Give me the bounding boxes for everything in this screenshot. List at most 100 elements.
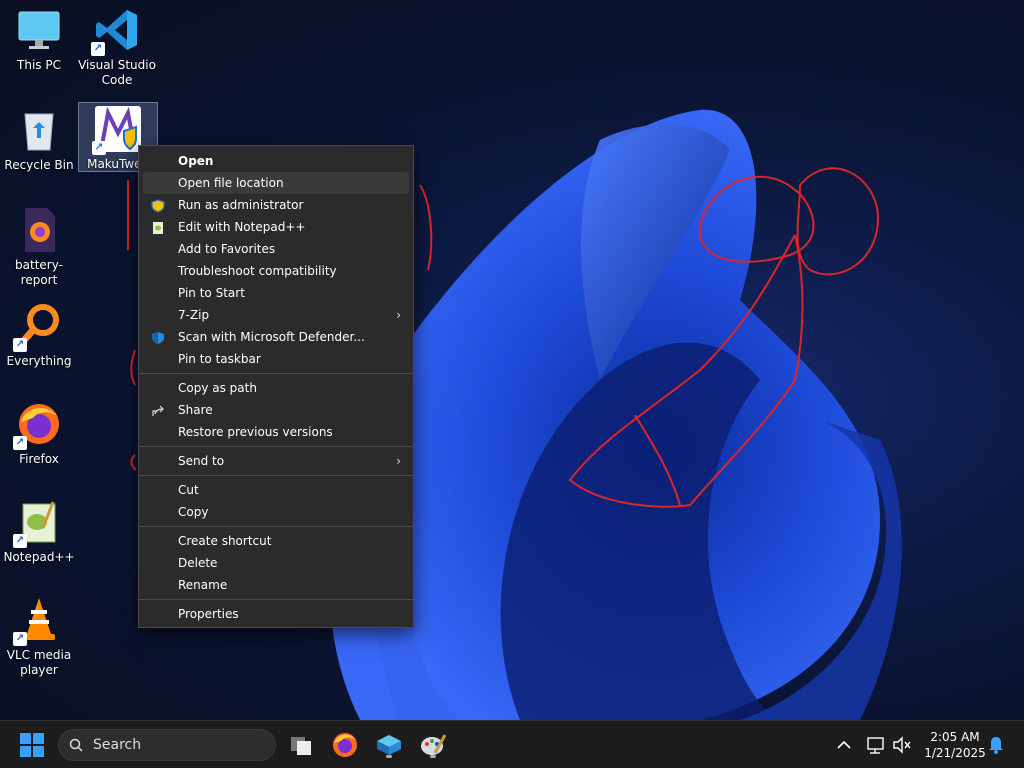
taskbar-paint-button[interactable] [417,729,449,761]
shortcut-arrow-icon: ↗ [92,141,106,155]
recycle-bin-icon [15,106,63,154]
volume-muted-icon [893,736,911,754]
menu-item-pin-to-taskbar[interactable]: Pin to taskbar [143,348,409,370]
menu-item-delete[interactable]: Delete [143,552,409,574]
menu-item-label: Add to Favorites [178,242,276,256]
desktop-icon-label: This PC [17,58,61,72]
menu-item-open[interactable]: Open [143,150,409,172]
desktop-icon-recycle-bin[interactable]: Recycle Bin [0,106,78,173]
menu-item-cut[interactable]: Cut [143,479,409,501]
shortcut-arrow-icon: ↗ [13,338,27,352]
shortcut-arrow-icon: ↗ [13,632,27,646]
menu-item-edit-with-notepadpp[interactable]: Edit with Notepad++ [143,216,409,238]
menu-item-restore-previous-versions[interactable]: Restore previous versions [143,421,409,443]
menu-separator [139,526,413,527]
vlc-cone-icon: ↗ [13,596,63,646]
menu-item-label: Properties [178,607,239,621]
desktop-icon-this-pc[interactable]: This PC [0,6,78,73]
chevron-up-icon [837,740,851,749]
menu-item-label: Troubleshoot compatibility [178,264,337,278]
menu-separator [139,446,413,447]
desktop-icon-everything[interactable]: ↗ Everything [0,302,78,369]
firefox-icon [333,733,357,757]
menu-item-label: Send to [178,454,225,468]
show-hidden-icons-button[interactable] [830,729,858,761]
menu-item-copy[interactable]: Copy [143,501,409,523]
notifications-button[interactable] [984,729,1008,761]
menu-item-pin-to-start[interactable]: Pin to Start [143,282,409,304]
menu-separator [139,599,413,600]
notification-bell-icon [989,737,1003,754]
shortcut-arrow-icon: ↗ [13,436,27,450]
clock-date: 1/21/2025 [924,746,986,760]
menu-item-troubleshoot-compatibility[interactable]: Troubleshoot compatibility [143,260,409,282]
makutweaker-app-icon: ↗ [92,105,142,155]
menu-item-scan-with-defender[interactable]: Scan with Microsoft Defender... [143,326,409,348]
menu-item-label: Edit with Notepad++ [178,220,306,234]
desktop-icon-label: Everything [6,354,72,368]
search-icon [69,738,83,752]
menu-separator [139,475,413,476]
volume-button[interactable] [890,729,914,761]
magnifier-search-icon: ↗ [13,302,63,352]
firefox-html-file-icon [15,206,63,254]
task-view-button[interactable] [285,729,317,761]
start-button[interactable] [16,729,48,761]
notepadpp-icon: ↗ [13,498,63,548]
desktop-icon-vscode[interactable]: ↗ Visual Studio Code [78,6,156,88]
taskbar-app-button[interactable] [373,729,405,761]
menu-item-send-to[interactable]: Send to › [143,450,409,472]
menu-item-label: Pin to Start [178,286,245,300]
desktop-icon-label: VLC media player [6,648,72,677]
menu-item-share[interactable]: Share [143,399,409,421]
monitor-icon [15,6,63,54]
search-label: Search [93,737,142,753]
menu-item-label: Rename [178,578,228,592]
context-menu: Open Open file location Run as administr… [138,145,414,628]
menu-separator [139,373,413,374]
menu-item-open-file-location[interactable]: Open file location [143,172,409,194]
network-button[interactable] [864,729,888,761]
desktop-icon-vlc[interactable]: ↗ VLC media player [0,596,78,678]
menu-item-label: Open file location [178,176,284,190]
menu-item-rename[interactable]: Rename [143,574,409,596]
menu-item-create-shortcut[interactable]: Create shortcut [143,530,409,552]
taskbar: Search 2:05 AM 1/21/2025 [0,720,1024,768]
taskbar-search-box[interactable]: Search [58,729,276,761]
notepadpp-icon [151,220,165,234]
menu-item-label: Restore previous versions [178,425,333,439]
firefox-icon: ↗ [13,400,63,450]
menu-item-label: Share [178,403,213,417]
menu-item-label: Pin to taskbar [178,352,261,366]
running-indicator [430,755,436,758]
menu-item-label: Cut [178,483,199,497]
menu-item-label: Delete [178,556,218,570]
menu-item-7zip[interactable]: 7-Zip › [143,304,409,326]
menu-item-run-as-administrator[interactable]: Run as administrator [143,194,409,216]
taskbar-clock[interactable]: 2:05 AM 1/21/2025 [920,729,990,761]
desktop-icon-label: Notepad++ [3,550,75,564]
desktop-icon-label: Recycle Bin [4,158,74,172]
shortcut-arrow-icon: ↗ [13,534,27,548]
shortcut-arrow-icon: ↗ [91,42,105,56]
menu-item-label: Copy as path [178,381,257,395]
running-indicator [386,755,392,758]
menu-item-copy-as-path[interactable]: Copy as path [143,377,409,399]
chevron-right-icon: › [396,454,401,468]
menu-item-properties[interactable]: Properties [143,603,409,625]
uac-shield-icon [151,198,165,213]
menu-item-label: Copy [178,505,209,519]
network-icon [867,737,884,754]
menu-item-label: Run as administrator [178,198,304,212]
desktop-icon-label: battery-report [15,258,63,287]
desktop-icon-battery-report[interactable]: battery-report [0,206,78,288]
menu-item-label: Open [178,154,214,168]
desktop-icon-firefox[interactable]: ↗ Firefox [0,400,78,467]
menu-item-add-to-favorites[interactable]: Add to Favorites [143,238,409,260]
desktop-icon-notepadpp[interactable]: ↗ Notepad++ [0,498,78,565]
defender-shield-icon [151,330,165,344]
chevron-right-icon: › [396,308,401,322]
menu-item-label: Scan with Microsoft Defender... [178,330,365,344]
taskbar-firefox-button[interactable] [329,729,361,761]
desktop-icon-label: Firefox [19,452,59,466]
